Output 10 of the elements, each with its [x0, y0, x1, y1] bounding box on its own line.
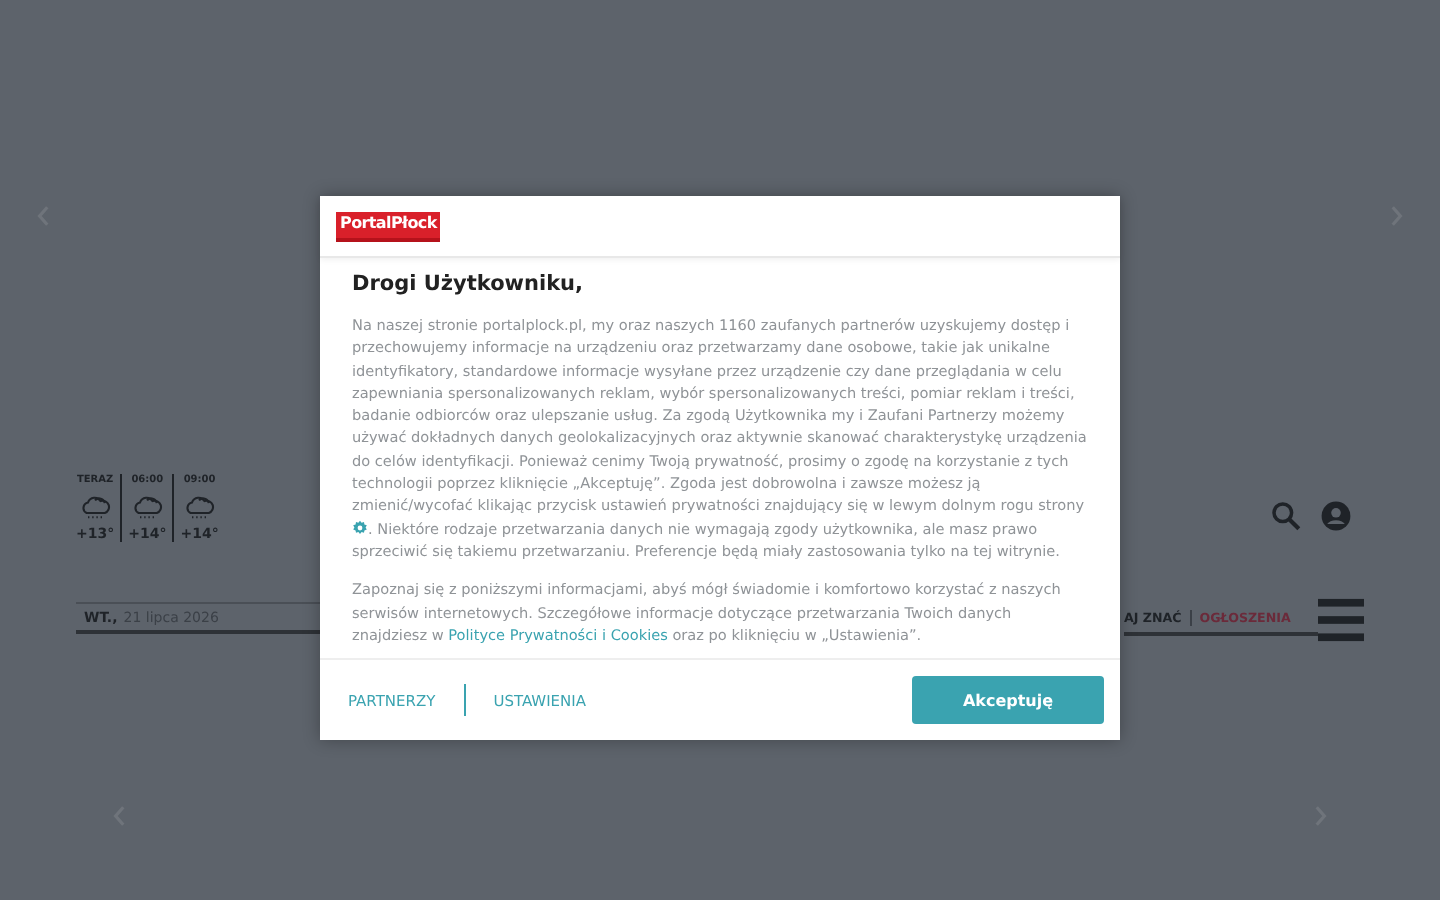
user-icon[interactable]: [1320, 500, 1352, 532]
dialog-title: Drogi Użytkowniku,: [352, 272, 586, 296]
cloud-rain-icon: [130, 492, 165, 520]
accept-button[interactable]: Akceptuję: [912, 676, 1104, 724]
search-icon[interactable]: [1270, 500, 1302, 532]
cloud-rain-icon: [78, 492, 113, 520]
cloud-rain-icon: [182, 492, 217, 520]
site-logo: PortalPłock: [336, 211, 441, 241]
menu-icon[interactable]: [1318, 598, 1364, 642]
gear-icon: [352, 519, 368, 536]
